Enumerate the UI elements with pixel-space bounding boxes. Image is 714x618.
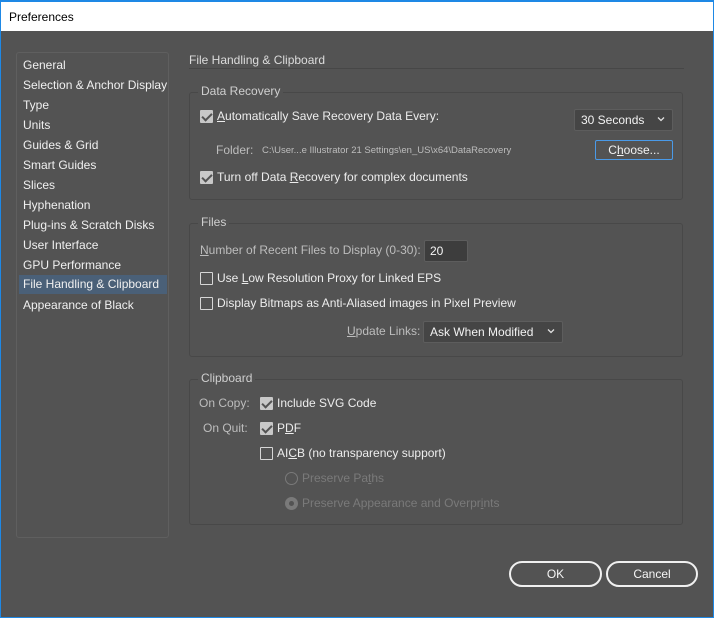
sidebar: General Selection & Anchor Display Type … — [16, 52, 169, 538]
files-group-label: Files — [198, 215, 230, 229]
cancel-button[interactable]: Cancel — [606, 561, 698, 587]
choose-text-b: oose... — [623, 143, 660, 157]
mnemonic: N — [200, 243, 209, 257]
sidebar-item-smart-guides[interactable]: Smart Guides — [19, 156, 167, 175]
mnemonic: A — [217, 109, 226, 123]
auto-save-label[interactable]: Automatically Save Recovery Data Every: — [217, 109, 439, 123]
label-pre: Preserve Appearance and Overpr — [302, 496, 481, 510]
sidebar-item-appearance-of-black[interactable]: Appearance of Black — [19, 296, 167, 315]
preserve-paths-radio[interactable] — [285, 472, 298, 485]
title-bar: Preferences — [1, 2, 713, 31]
update-links-select[interactable]: Ask When Modified — [423, 321, 563, 343]
preserve-appearance-label[interactable]: Preserve Appearance and Overprints — [302, 496, 499, 510]
on-copy-label: On Copy: — [199, 396, 250, 410]
recent-files-input[interactable]: 20 — [424, 240, 468, 262]
mnemonic: h — [616, 143, 624, 157]
sidebar-item-user-interface[interactable]: User Interface — [19, 236, 167, 255]
aicb-checkbox[interactable] — [260, 447, 273, 460]
preserve-paths-label[interactable]: Preserve Paths — [302, 471, 384, 485]
sidebar-item-hyphenation[interactable]: Hyphenation — [19, 196, 167, 215]
label-pre: P — [277, 421, 286, 435]
update-links-value: Ask When Modified — [430, 325, 534, 339]
recent-files-label: Number of Recent Files to Display (0-30)… — [200, 243, 421, 257]
label-pre: Use — [217, 271, 242, 285]
label-rest: ow Resolution Proxy for Linked EPS — [248, 271, 442, 285]
display-bitmaps-checkbox[interactable] — [200, 297, 213, 310]
choose-text-a: C — [608, 143, 617, 157]
window-title: Preferences — [9, 10, 74, 24]
sidebar-item-file-handling-clipboard[interactable]: File Handling & Clipboard — [19, 275, 167, 294]
label-rest: B (no transparency support) — [297, 446, 446, 460]
chevron-down-icon — [657, 117, 665, 122]
pdf-checkbox[interactable] — [260, 422, 273, 435]
clipboard-group-label: Clipboard — [198, 371, 256, 385]
heading-divider — [189, 68, 684, 69]
sidebar-item-guides-grid[interactable]: Guides & Grid — [19, 136, 167, 155]
auto-save-label-text: utomatically Save Recovery Data Every: — [225, 109, 440, 123]
label-pre: AI — [277, 446, 289, 460]
low-res-proxy-checkbox[interactable] — [200, 272, 213, 285]
label-pre: Preserve Pa — [302, 471, 369, 485]
mnemonic: U — [347, 324, 356, 338]
turn-off-recovery-checkbox[interactable] — [200, 171, 213, 184]
save-interval-value: 30 Seconds — [581, 113, 645, 127]
pdf-label[interactable]: PDF — [277, 421, 301, 435]
page-heading: File Handling & Clipboard — [189, 53, 326, 67]
sidebar-item-units[interactable]: Units — [19, 116, 167, 135]
aicb-label[interactable]: AICB (no transparency support) — [277, 446, 446, 460]
label-pre: Turn off Data — [217, 170, 290, 184]
auto-save-checkbox[interactable] — [200, 110, 213, 123]
sidebar-item-gpu-performance[interactable]: GPU Performance — [19, 256, 167, 275]
ok-button[interactable]: OK — [509, 561, 602, 587]
save-interval-select[interactable]: 30 Seconds — [574, 109, 673, 131]
sidebar-item-general[interactable]: General — [19, 56, 167, 75]
sidebar-item-type[interactable]: Type — [19, 96, 167, 115]
update-links-label: Update Links: — [347, 324, 420, 338]
update-links-label-text: pdate Links: — [355, 324, 421, 338]
chevron-down-icon — [547, 329, 555, 334]
mnemonic: D — [285, 421, 294, 435]
preserve-appearance-radio[interactable] — [285, 497, 298, 510]
sidebar-item-selection-anchor-display[interactable]: Selection & Anchor Display — [19, 76, 167, 95]
label-rest: ecovery for complex documents — [298, 170, 468, 184]
include-svg-label[interactable]: Include SVG Code — [277, 396, 376, 410]
label-rest: hs — [371, 471, 385, 485]
data-recovery-group-label: Data Recovery — [198, 84, 284, 98]
sidebar-item-plugins-scratch-disks[interactable]: Plug-ins & Scratch Disks — [19, 216, 167, 235]
display-bitmaps-label[interactable]: Display Bitmaps as Anti-Aliased images i… — [217, 296, 516, 310]
folder-path: C:\User...e Illustrator 21 Settings\en_U… — [262, 145, 512, 156]
turn-off-recovery-label[interactable]: Turn off Data Recovery for complex docum… — [217, 170, 468, 184]
label-rest: F — [293, 421, 302, 435]
mnemonic: C — [288, 446, 298, 460]
low-res-proxy-label[interactable]: Use Low Resolution Proxy for Linked EPS — [217, 271, 441, 285]
include-svg-checkbox[interactable] — [260, 397, 273, 410]
choose-folder-button[interactable]: Choose... — [595, 140, 673, 160]
recent-files-label-text: umber of Recent Files to Display (0-30): — [208, 243, 421, 257]
label-rest: nts — [483, 496, 500, 510]
sidebar-item-slices[interactable]: Slices — [19, 176, 167, 195]
on-quit-label: On Quit: — [203, 421, 248, 435]
folder-label: Folder: — [216, 143, 254, 157]
